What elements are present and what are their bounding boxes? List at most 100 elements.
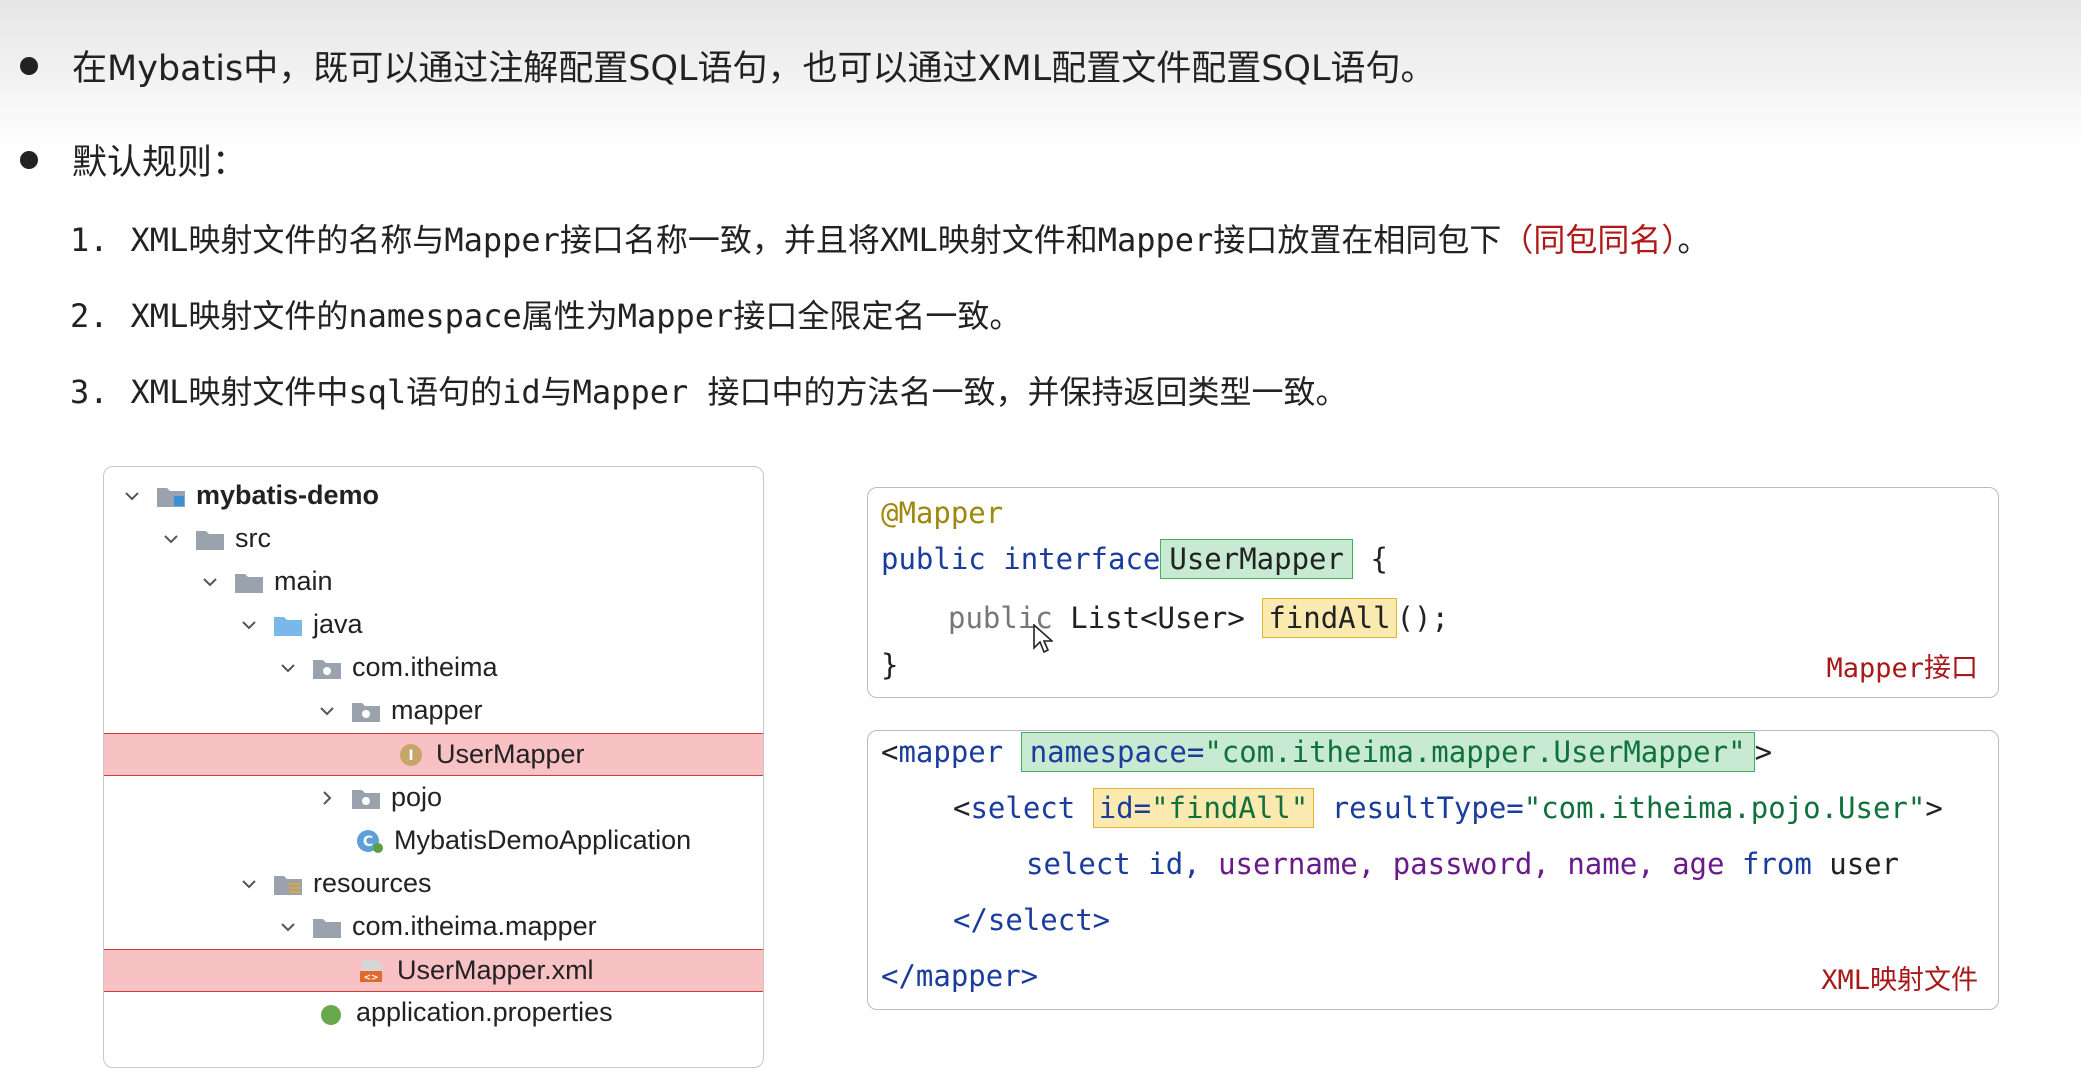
tree-item-label: com.itheima [352,652,498,682]
code-bracket: > [1754,735,1773,769]
rule-text: XML映射文件的namespace属性为Mapper接口全限定名一致。 [130,297,1022,335]
tree-item-com-itheima-mapper[interactable]: com.itheima.mapper [104,905,763,948]
tree-item-pojo[interactable]: pojo [104,776,763,819]
tree-item-label: mapper [391,695,483,725]
svg-text:I: I [408,748,413,764]
code-annotation: @Mapper [881,496,1004,530]
code-bracket: > [1925,791,1943,825]
tree-item-label: UserMapper [436,739,585,769]
mouse-cursor-icon [1033,624,1053,654]
code-mapper-open-line: <mapper namespace="com.itheima.mapper.Us… [881,732,1773,772]
tree-item-application-properties[interactable]: application.properties [104,991,763,1034]
chevron-down-icon[interactable] [276,915,300,939]
xml-file-icon: <> [357,959,387,983]
method-name-highlight: findAll [1262,598,1397,638]
sql-column: id, [1148,847,1201,881]
mapper-interface-code: @Mapper public interface UserMapper { pub… [867,487,1999,698]
interface-icon: I [396,743,426,767]
tree-item-label: UserMapper.xml [397,955,594,985]
bullet-annotation-or-xml: 在Mybatis中，既可以通过注解配置SQL语句，也可以通过XML配置文件配置S… [20,40,1435,91]
tree-item-usermapper-xml[interactable]: <> UserMapper.xml [104,949,763,992]
tree-item-mybatis-demo[interactable]: mybatis-demo [104,474,763,517]
chevron-down-icon[interactable] [198,570,222,594]
code-select-close: </select> [953,903,1111,937]
rule-2: 2. XML映射文件的namespace属性为Mapper接口全限定名一致。 [70,291,1021,337]
tree-item-resources[interactable]: resources [104,862,763,905]
code-bracket: < [881,735,899,769]
chevron-down-icon[interactable] [315,699,339,723]
tree-item-label: resources [313,868,432,898]
properties-file-icon [316,1001,346,1025]
folder-icon [312,915,342,939]
namespace-highlight: namespace="com.itheima.mapper.UserMapper… [1020,732,1755,772]
tree-item-label: java [313,609,363,639]
interface-name-highlight: UserMapper [1160,539,1353,579]
resources-folder-icon [273,872,303,896]
chevron-down-icon[interactable] [159,527,183,551]
code-tag: select [970,791,1076,825]
sql-column: username, [1218,847,1376,881]
code-select-open-line: <select id="findAll" resultType="com.ith… [953,788,1943,828]
sql-column: password, [1392,847,1550,881]
source-folder-icon [273,613,303,637]
tree-item-mybatisdemoapplication[interactable]: C MybatisDemoApplication [104,819,763,862]
module-folder-icon [156,484,186,508]
rule-text: XML映射文件的名称与Mapper接口名称一致，并且将XML映射文件和Mappe… [130,221,1502,259]
bullet-text-2: 默认规则： [72,143,248,183]
rule-number: 3. [70,373,109,411]
code-keyword: public [881,542,986,576]
package-icon [351,699,381,723]
chevron-down-icon[interactable] [120,484,144,508]
xml-mapper-label: XML映射文件 [1821,965,1978,996]
mapper-interface-label: Mapper接口 [1826,653,1978,684]
rule-tail: 。 [1677,221,1710,259]
xml-mapper-code: <mapper namespace="com.itheima.mapper.Us… [867,730,1999,1010]
bullet-default-rules: 默认规则： [20,134,247,185]
code-method-line: public List<User> findAll (); [948,598,1449,638]
bullet-text-1: 在Mybatis中，既可以通过注解配置SQL语句，也可以通过XML配置文件配置S… [72,49,1436,89]
code-paren: (); [1396,601,1449,635]
code-keyword: interface [1003,542,1161,576]
rule-highlight: （同包同名） [1501,221,1678,259]
chevron-down-icon[interactable] [276,656,300,680]
tree-item-usermapper[interactable]: I UserMapper [104,733,763,776]
rule-3: 3. XML映射文件中sql语句的id与Mapper 接口中的方法名一致，并保持返… [70,367,1348,413]
package-icon [351,786,381,810]
folder-icon [234,570,264,594]
code-string: "findAll" [1151,791,1309,825]
spring-class-icon: C [354,829,384,853]
code-interface-line: public interface UserMapper { [881,539,1388,579]
sql-column: age [1672,847,1725,881]
tree-item-main[interactable]: main [104,560,763,603]
chevron-down-icon[interactable] [237,613,261,637]
project-tree: mybatis-demo src main java com.itheima m… [103,466,764,1068]
code-attr: id= [1098,791,1152,825]
sql-column: name, [1567,847,1655,881]
rule-1: 1. XML映射文件的名称与Mapper接口名称一致，并且将XML映射文件和Map… [70,215,1709,261]
tree-item-src[interactable]: src [104,517,763,560]
code-string: "com.itheima.mapper.UserMapper" [1204,735,1746,769]
tree-item-mapper[interactable]: mapper [104,689,763,732]
code-tag: mapper [898,735,1004,769]
code-mapper-close: </mapper> [881,959,1039,993]
rule-text: XML映射文件中sql语句的id与Mapper 接口中的方法名一致，并保持返回类… [130,373,1348,411]
svg-text:C: C [363,834,373,850]
package-icon [312,656,342,680]
tree-item-label: MybatisDemoApplication [394,825,692,855]
tree-item-label: main [274,566,333,596]
svg-text:<>: <> [363,973,378,983]
tree-item-java[interactable]: java [104,603,763,646]
sql-keyword: from [1741,847,1812,881]
code-string: "com.itheima.pojo.User" [1523,791,1926,825]
rule-number: 2. [70,297,109,335]
folder-icon [195,527,225,551]
tree-item-label: mybatis-demo [196,480,380,510]
tree-item-com-itheima[interactable]: com.itheima [104,646,763,689]
rule-number: 1. [70,221,109,259]
code-return-type: List<User> [1070,601,1245,635]
code-attr: resultType= [1331,791,1524,825]
tree-item-label: application.properties [356,997,613,1027]
chevron-right-icon[interactable] [315,786,339,810]
tree-item-label: pojo [391,782,443,812]
chevron-down-icon[interactable] [237,872,261,896]
